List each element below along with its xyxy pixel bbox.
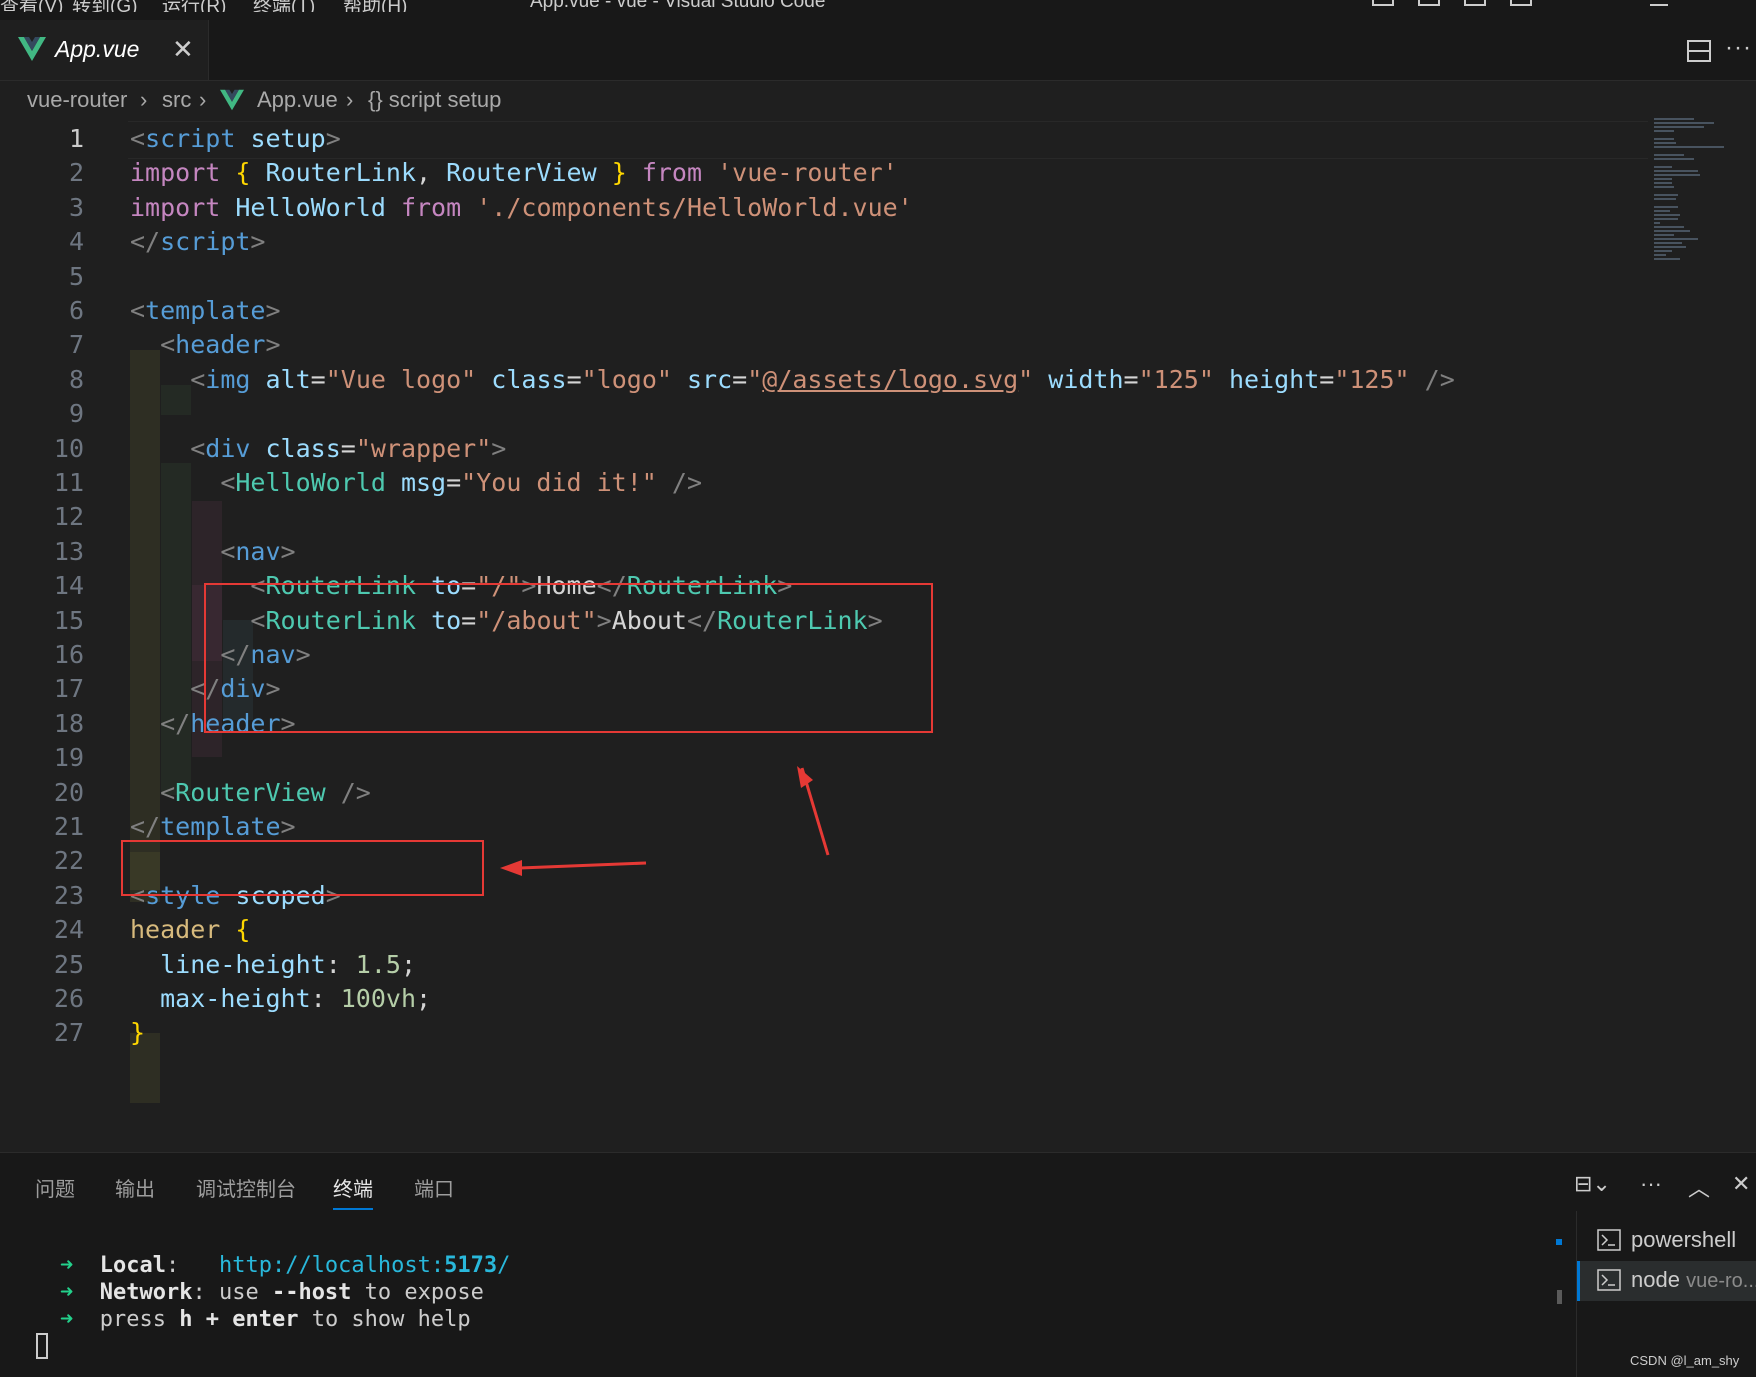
more-actions-icon[interactable]: ··· — [1725, 34, 1752, 62]
menu-bar: 查看(V) 转到(G) 运行(R) 终端(T) 帮助(H) App.vue - … — [0, 0, 1756, 12]
terminal-name: powershell — [1631, 1227, 1737, 1252]
breadcrumb: vue-router › src › App.vue › {} script s… — [0, 80, 1756, 120]
tab-bar: App.vue ✕ ··· — [0, 12, 1756, 81]
terminal-arrow-icon: ➜ — [60, 1280, 100, 1305]
close-icon[interactable]: ✕ — [172, 34, 194, 65]
terminal-text[interactable]: http://localhost: — [219, 1253, 444, 1278]
terminal-text: --host — [271, 1280, 352, 1305]
maximize-panel-icon[interactable]: ︿ — [1688, 1171, 1710, 1203]
minimize-icon[interactable] — [1650, 0, 1668, 6]
terminal-scroll-indicator — [1556, 1239, 1562, 1245]
terminal-icon — [1597, 1229, 1621, 1251]
minimap[interactable] — [1654, 118, 1744, 298]
terminal-arrow-icon: ➜ — [60, 1253, 100, 1278]
customize-layout-icon[interactable] — [1510, 0, 1532, 6]
breadcrumb-item-vue-router[interactable]: vue-router — [27, 87, 127, 113]
terminal-text: to show help — [298, 1307, 471, 1332]
panel-tab-terminal[interactable]: 终端 — [333, 1173, 373, 1210]
split-terminal-icon[interactable]: ⊟⌄ — [1574, 1171, 1611, 1197]
terminal-line: ➜ press h + enter to show help — [60, 1307, 471, 1337]
terminal-text: h + enter — [179, 1307, 299, 1332]
close-panel-icon[interactable]: ✕ — [1732, 1171, 1750, 1197]
terminal-arrow-icon: ➜ — [60, 1307, 100, 1332]
menu-go[interactable]: 转到(G) — [72, 0, 137, 12]
split-editor-icon[interactable] — [1687, 40, 1711, 62]
vue-icon — [18, 37, 46, 61]
tab-app-vue[interactable]: App.vue ✕ — [0, 20, 209, 80]
tab-label: App.vue — [55, 36, 140, 62]
breadcrumb-separator: › — [199, 87, 207, 112]
terminal-line: ➜ Local: http://localhost:5173/ — [60, 1253, 510, 1283]
window-title: App.vue - vue - Visual Studio Code — [530, 0, 826, 12]
breadcrumb-separator: › — [346, 87, 354, 112]
terminal-text[interactable]: 5173 — [444, 1253, 497, 1278]
panel-tab-problems[interactable]: 问题 — [35, 1173, 75, 1202]
terminal-item-node[interactable]: node vue-ro... — [1577, 1261, 1756, 1301]
breadcrumb-item-app-vue[interactable]: App.vue — [257, 87, 338, 113]
terminal-text: press — [99, 1307, 180, 1332]
terminal-line: ➜ Network: use --host to expose — [60, 1280, 484, 1310]
breadcrumb-item-src[interactable]: src — [162, 87, 191, 113]
terminal-text[interactable]: / — [497, 1253, 510, 1278]
panel-tab-debug-console[interactable]: 调试控制台 — [196, 1173, 296, 1202]
vue-icon — [220, 89, 244, 111]
breadcrumb-item-script-setup[interactable]: {} script setup — [368, 87, 501, 113]
more-actions-icon[interactable]: ··· — [1640, 1171, 1662, 1197]
watermark: CSDN @l_am_shy — [1630, 1353, 1740, 1368]
annotation-arrows — [500, 766, 830, 876]
menu-run[interactable]: 运行(R) — [162, 0, 226, 12]
bottom-panel: 问题 输出 调试控制台 终端 端口 ⊟⌄ ··· ︿ ✕ ➜ Local: ht… — [0, 1152, 1756, 1377]
breadcrumb-separator: › — [140, 87, 148, 112]
panel-toggle-icon[interactable] — [1418, 0, 1440, 6]
sidebar-toggle-icon[interactable] — [1464, 0, 1486, 6]
menu-view[interactable]: 查看(V) — [0, 0, 63, 12]
terminal-text: Network — [99, 1280, 193, 1305]
terminal-text: Local — [99, 1253, 166, 1278]
panel-tab-ports[interactable]: 端口 — [414, 1173, 454, 1202]
menu-help[interactable]: 帮助(H) — [343, 0, 407, 12]
terminal-item-powershell[interactable]: powershell — [1577, 1221, 1756, 1261]
terminal-text: : use — [192, 1280, 272, 1305]
terminal-scrollbar[interactable] — [1557, 1290, 1562, 1304]
terminal-cursor — [36, 1333, 48, 1359]
terminal-name: node vue-ro... — [1631, 1267, 1756, 1292]
terminal-icon — [1597, 1269, 1621, 1291]
layout-toggle-icon[interactable] — [1372, 0, 1394, 6]
menu-terminal[interactable]: 终端(T) — [253, 0, 315, 12]
terminal-text: to expose — [351, 1280, 484, 1305]
code-editor[interactable]: 1 <script setup> 2 import { RouterLink, Rou… — [0, 120, 1756, 1152]
terminal-text: : — [165, 1253, 219, 1278]
panel-tab-output[interactable]: 输出 — [115, 1173, 155, 1202]
